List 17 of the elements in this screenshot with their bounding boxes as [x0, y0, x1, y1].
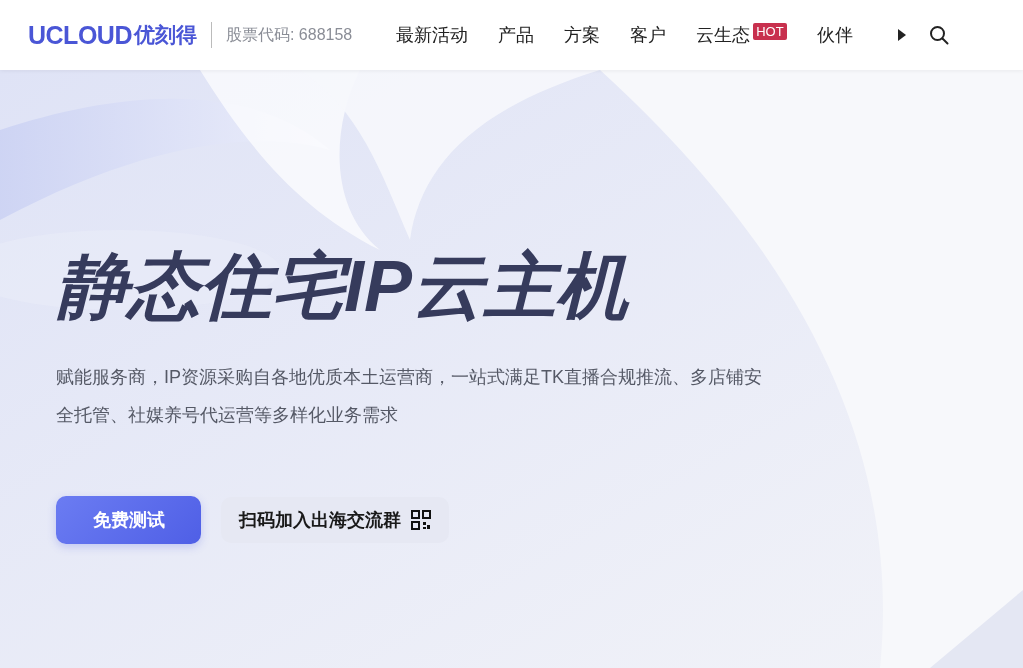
stock-code: 股票代码: 688158 [225, 24, 353, 45]
free-trial-button[interactable]: 免费测试 [56, 496, 201, 544]
nav-link[interactable]: 客户 [630, 23, 667, 47]
hot-badge: HOT [753, 22, 787, 40]
nav-link[interactable]: 产品 [498, 23, 535, 47]
hero-title: 静态住宅IP云主机 [56, 245, 631, 328]
join-group-button[interactable]: 扫码加入出海交流群 [221, 497, 449, 543]
hero-description: 赋能服务商，IP资源采购自各地优质本土运营商，一站式满足TK直播合规推流、多店铺安全托管、社媒养号代运营等多样化业务需求 [56, 366, 763, 427]
nav-link[interactable]: 方案 [564, 23, 601, 47]
search-icon[interactable] [928, 25, 949, 45]
qr-code-icon [411, 510, 431, 530]
nav-link[interactable]: 云生态 [696, 23, 751, 47]
logo-wordmark[interactable]: UCLOUD [28, 20, 132, 50]
nav-link[interactable]: 最新活动 [396, 23, 469, 47]
logo-name[interactable]: 优刻得 [133, 21, 197, 49]
nav-link[interactable]: 伙伴 [816, 23, 853, 47]
scroll-right-icon[interactable] [896, 28, 907, 42]
